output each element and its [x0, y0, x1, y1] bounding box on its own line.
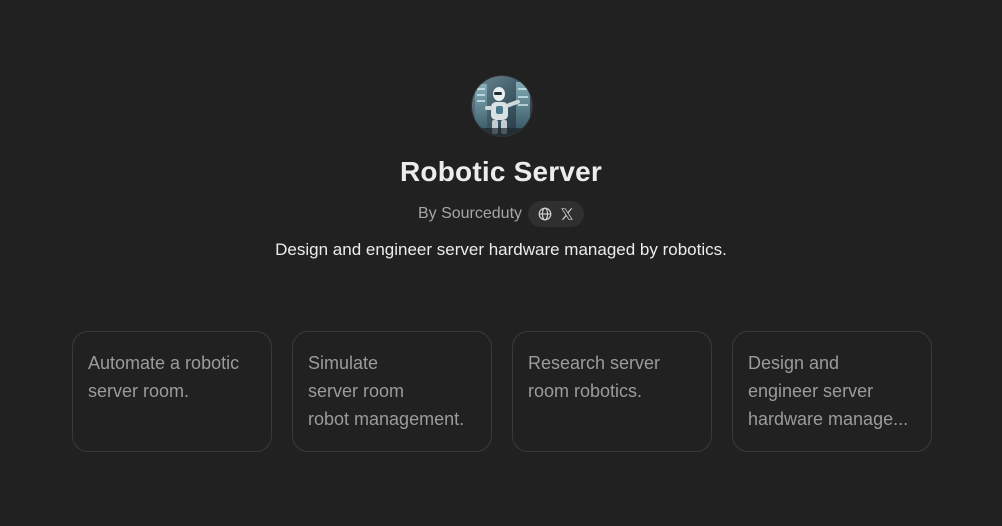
prompt-card-text: Automate a robotic	[88, 353, 240, 373]
gpt-avatar	[472, 76, 532, 136]
prompt-starters: Automate a robotic server room. Simulate…	[72, 331, 932, 452]
prompt-card-text: engineer server	[748, 381, 874, 401]
prompt-card-automate[interactable]: Automate a robotic server room.	[72, 331, 272, 452]
globe-icon[interactable]	[537, 206, 553, 222]
prompt-card-research[interactable]: Research server room robotics.	[512, 331, 712, 452]
x-logo-icon[interactable]	[559, 206, 575, 222]
gpt-title: Robotic Server	[400, 156, 602, 187]
prompt-card-text: server room	[308, 381, 405, 401]
prompt-card-text: Research server	[528, 353, 661, 373]
author-links	[528, 201, 585, 227]
gpt-description: Design and engineer server hardware mana…	[275, 240, 727, 259]
prompt-card-text: room robotics.	[528, 381, 643, 401]
byline: By Sourceduty	[0, 201, 1002, 227]
author-byline: By Sourceduty	[417, 205, 523, 222]
prompt-card-text: Simulate	[308, 353, 379, 373]
prompt-card-text: robot management.	[308, 409, 465, 429]
prompt-card-design[interactable]: Design and engineer server hardware mana…	[732, 331, 932, 452]
prompt-card-text: Design and	[748, 353, 840, 373]
gpt-intro-page: Robotic Server By Sourceduty Design and …	[0, 0, 1002, 526]
prompt-card-text: server room.	[88, 381, 190, 401]
prompt-card-simulate[interactable]: Simulate server room robot management.	[292, 331, 492, 452]
prompt-card-text: hardware manage...	[748, 409, 909, 429]
